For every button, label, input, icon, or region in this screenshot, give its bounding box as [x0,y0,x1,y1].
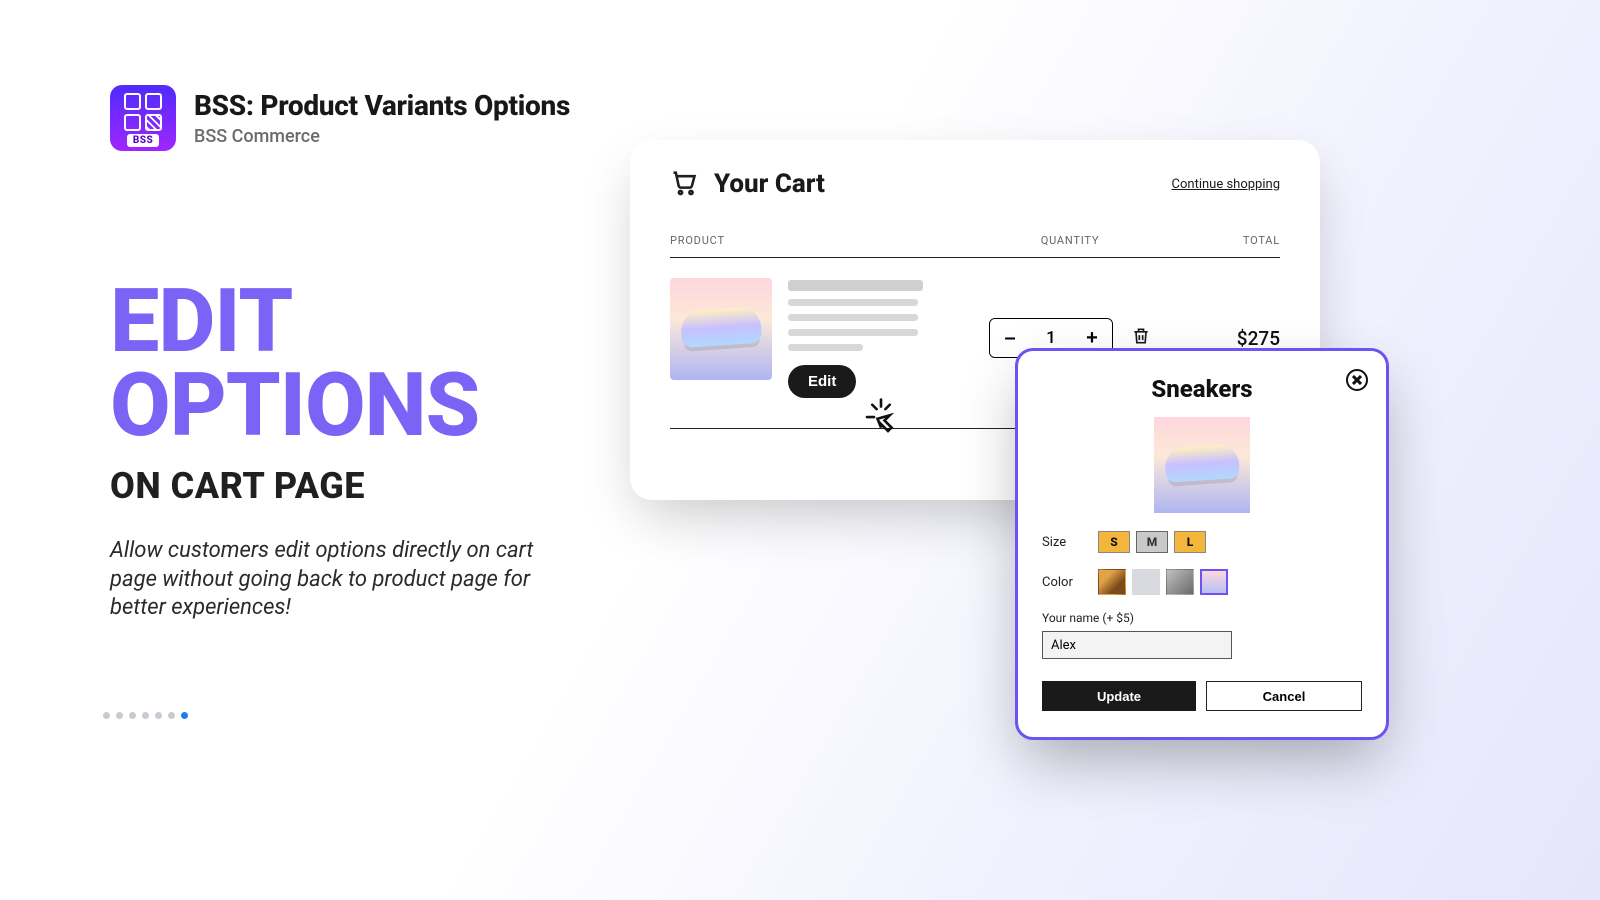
brand-logo-tag: BSS [127,134,159,147]
carousel-dot[interactable] [168,712,175,719]
cursor-click-icon [860,396,902,442]
color-swatch-2[interactable] [1132,569,1160,595]
col-product: PRODUCT [670,234,970,247]
brand-logo: BSS [110,85,176,151]
carousel-dot[interactable] [129,712,136,719]
edit-options-button[interactable]: Edit [788,365,856,398]
app-title: BSS: Product Variants Options [194,89,570,122]
name-input[interactable]: Alex [1042,631,1232,659]
cart-column-headers: PRODUCT QUANTITY TOTAL [670,234,1280,258]
product-text-placeholder: Edit [788,278,938,398]
carousel-dot[interactable] [103,712,110,719]
hero-subtitle: ON CART PAGE [110,465,570,507]
qty-value: 1 [1030,328,1072,348]
size-label: Size [1042,535,1098,550]
carousel-pagination[interactable] [103,712,188,719]
modal-title: Sneakers [1042,375,1362,403]
size-option-m[interactable]: M [1136,531,1168,553]
size-option-l[interactable]: L [1174,531,1206,553]
update-button[interactable]: Update [1042,681,1196,711]
carousel-dot[interactable] [155,712,162,719]
color-swatch-1[interactable] [1098,569,1126,595]
close-modal-button[interactable] [1346,369,1368,391]
color-swatch-3[interactable] [1166,569,1194,595]
carousel-dot[interactable] [116,712,123,719]
hero-section: EDIT OPTIONS ON CART PAGE Allow customer… [110,280,570,623]
cancel-button[interactable]: Cancel [1206,681,1362,711]
carousel-dot[interactable] [142,712,149,719]
hero-description: Allow customers edit options directly on… [110,537,570,623]
cart-title: Your Cart [714,169,825,199]
product-thumbnail [670,278,772,380]
size-option-s[interactable]: S [1098,531,1130,553]
name-field-label: Your name (+ $5) [1042,611,1362,625]
cart-icon [670,168,698,200]
color-swatch-selected[interactable] [1200,569,1228,595]
line-item-total: $275 [1170,327,1280,350]
col-quantity: QUANTITY [970,234,1170,247]
remove-item-button[interactable] [1131,326,1151,350]
hero-headline-line1: EDIT [110,280,570,364]
color-label: Color [1042,575,1098,590]
col-total: TOTAL [1170,234,1280,247]
continue-shopping-link[interactable]: Continue shopping [1172,177,1280,192]
modal-product-thumbnail [1154,417,1250,513]
edit-options-modal: Sneakers Size S M L Color Your name (+ $… [1015,348,1389,740]
app-subtitle: BSS Commerce [194,126,570,147]
hero-headline-line2: OPTIONS [110,364,570,448]
app-header: BSS BSS: Product Variants Options BSS Co… [110,85,570,151]
carousel-dot-active[interactable] [181,712,188,719]
